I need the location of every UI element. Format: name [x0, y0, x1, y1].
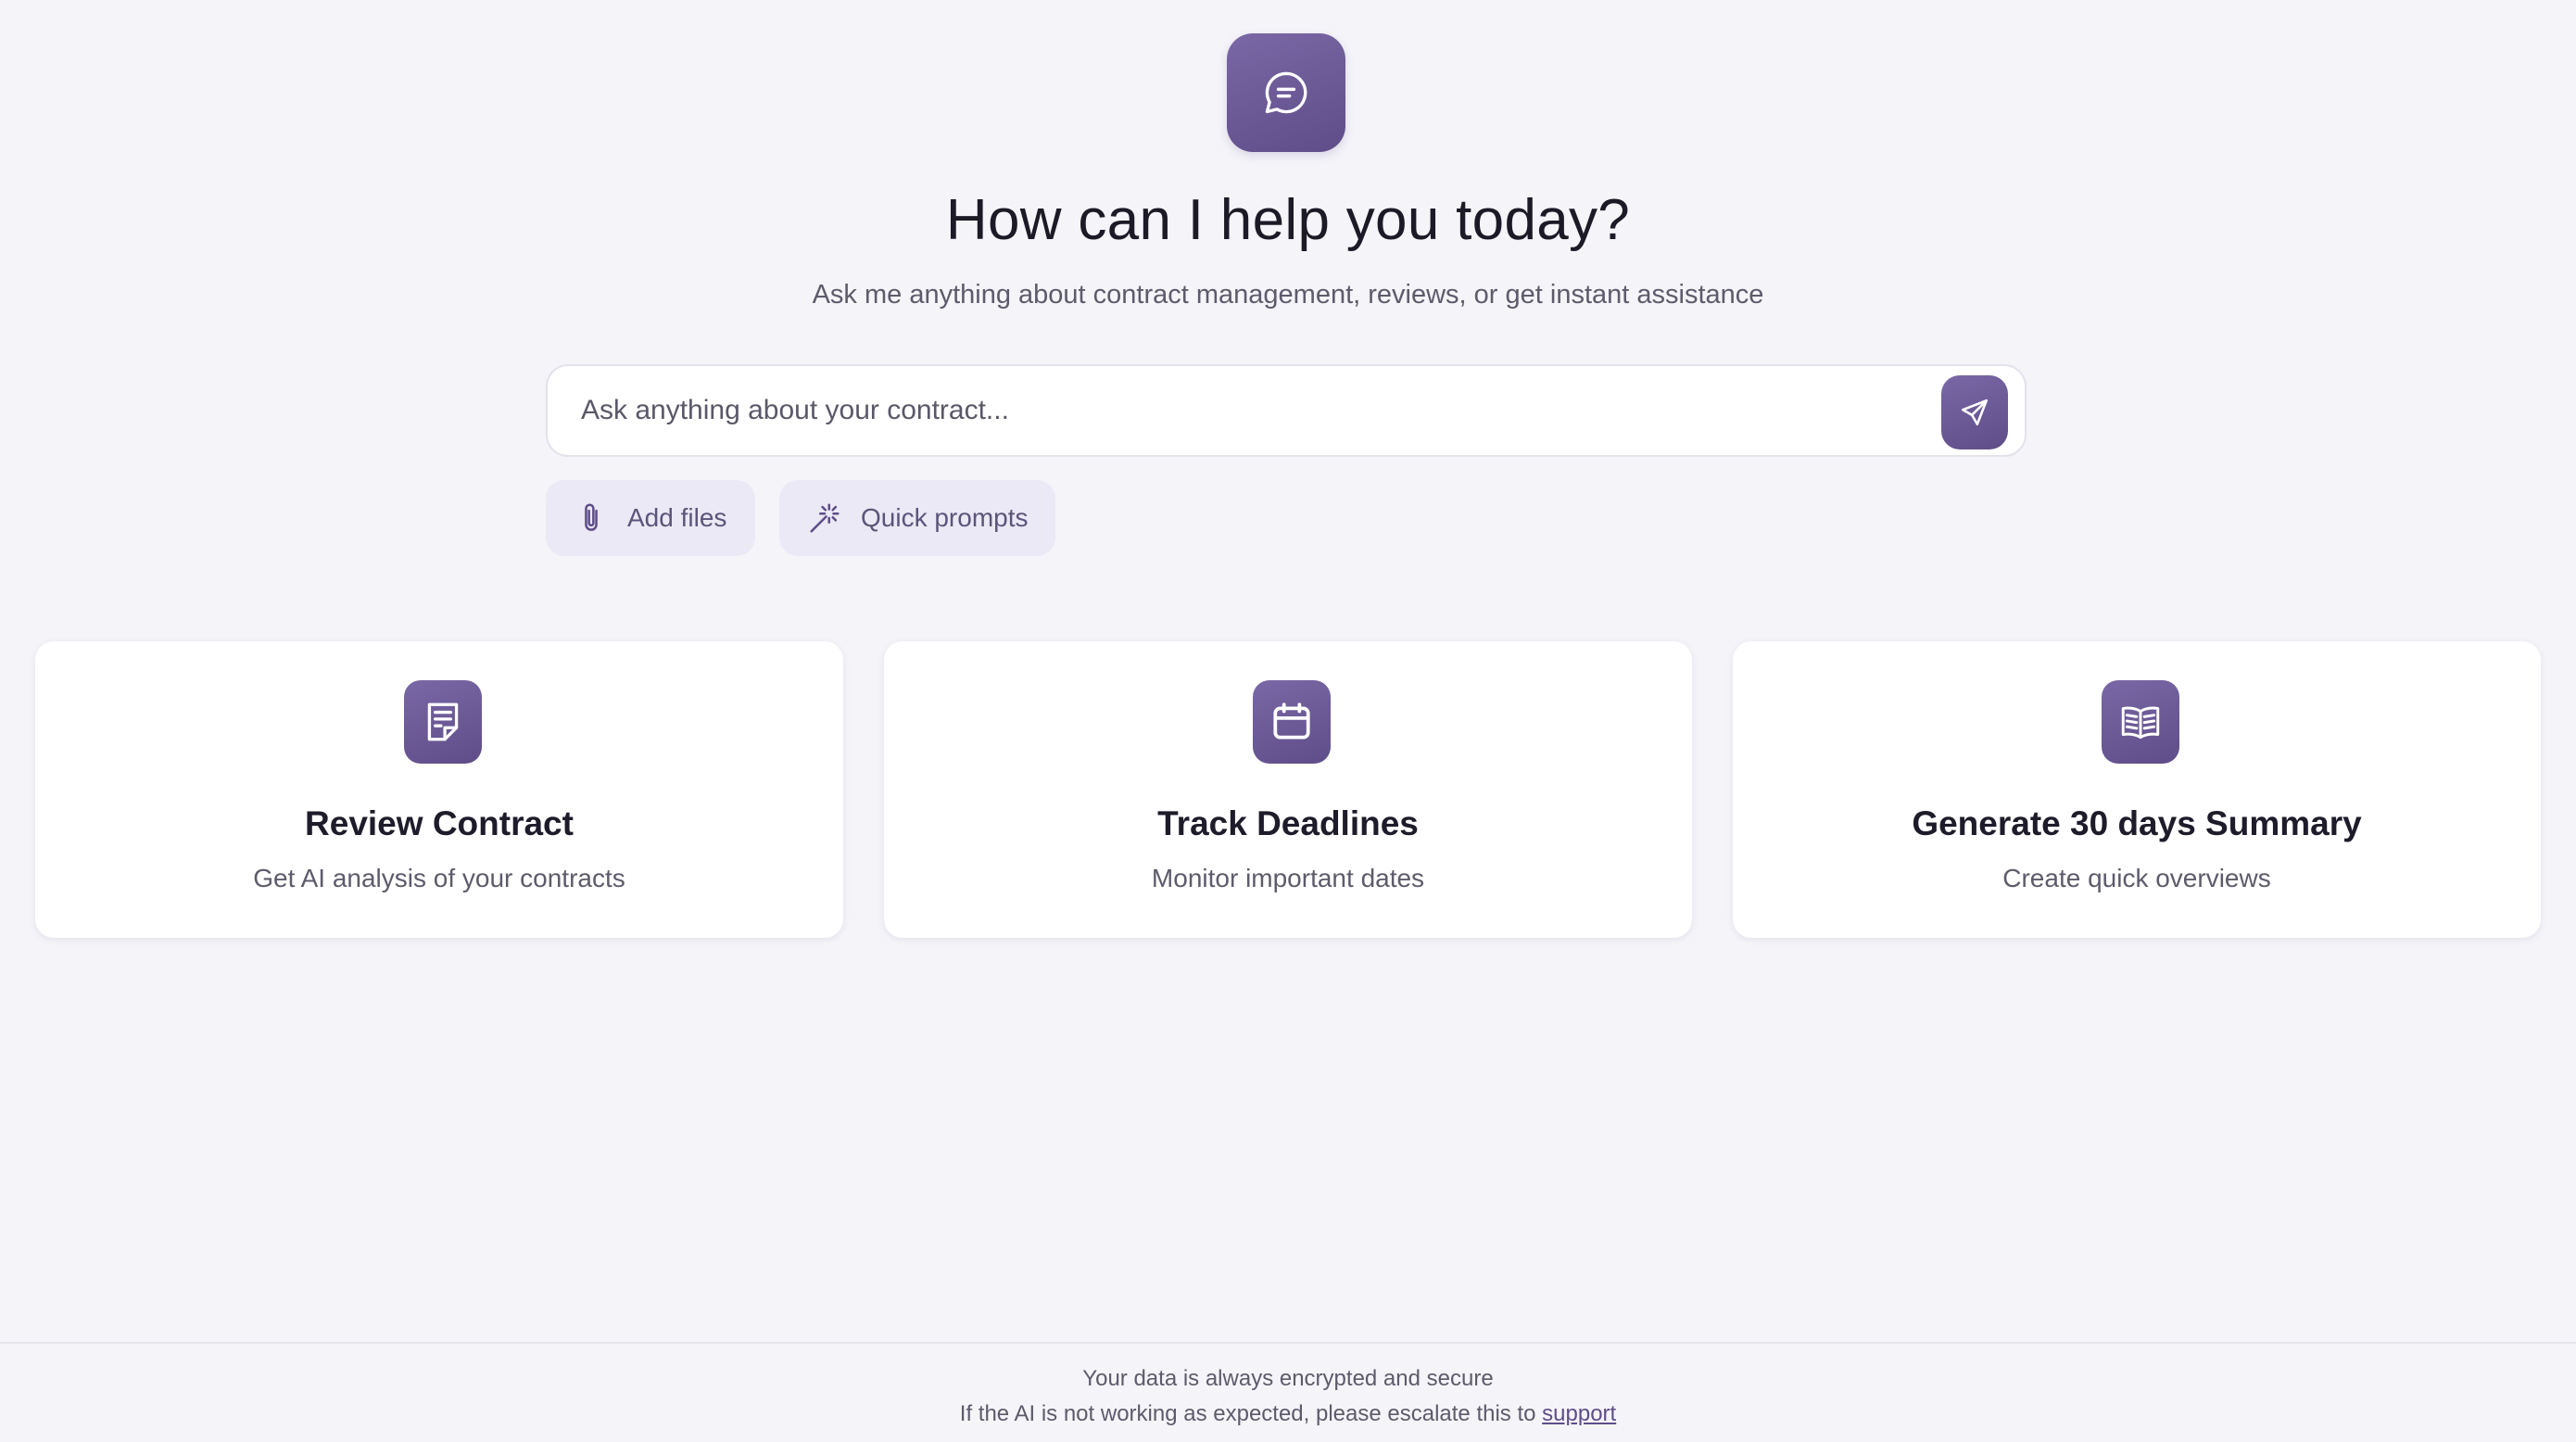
card-title: Track Deadlines	[1157, 804, 1419, 842]
card-subtitle: Monitor important dates	[1151, 864, 1425, 892]
card-title: Review Contract	[305, 804, 574, 842]
magic-wand-icon	[810, 503, 840, 533]
card-subtitle: Create quick overviews	[2002, 864, 2271, 892]
track-deadlines-icon-box	[1253, 680, 1331, 764]
action-cards: Review Contract Get AI analysis of your …	[35, 641, 2541, 938]
escalation-note: If the AI is not working as expected, pl…	[0, 1401, 2576, 1427]
book-icon	[2121, 706, 2160, 740]
page-subtitle: Ask me anything about contract managemen…	[812, 280, 1764, 310]
card-subtitle: Get AI analysis of your contracts	[253, 864, 625, 892]
generate-summary-card[interactable]: Generate 30 days Summary Create quick ov…	[1733, 641, 2541, 938]
assistant-logo	[1227, 33, 1345, 152]
send-icon	[1961, 398, 1989, 426]
review-contract-icon-box	[404, 680, 482, 764]
document-icon	[427, 702, 459, 741]
chat-input-container	[546, 364, 2027, 457]
card-title: Generate 30 days Summary	[1912, 804, 2362, 842]
chat-input[interactable]	[581, 383, 1841, 438]
quick-prompts-label: Quick prompts	[861, 503, 1029, 532]
track-deadlines-card[interactable]: Track Deadlines Monitor important dates	[884, 641, 1692, 938]
page-title: How can I help you today?	[945, 188, 1631, 252]
escalation-text: If the AI is not working as expected, pl…	[959, 1401, 1536, 1426]
generate-summary-icon-box	[2102, 680, 2179, 764]
calendar-icon	[1273, 702, 1310, 740]
input-actions: Add files Quick prompts	[546, 480, 1055, 556]
review-contract-card[interactable]: Review Contract Get AI analysis of your …	[35, 641, 843, 938]
chat-bubble-icon	[1265, 71, 1307, 114]
support-link[interactable]: support	[1542, 1401, 1616, 1426]
security-note: Your data is always encrypted and secure	[1082, 1366, 1494, 1391]
footer: Your data is always encrypted and secure…	[0, 1342, 2576, 1442]
paperclip-icon	[585, 503, 598, 531]
add-files-label: Add files	[627, 503, 727, 532]
send-button[interactable]	[1941, 375, 2008, 449]
quick-prompts-button[interactable]: Quick prompts	[779, 480, 1055, 556]
page: How can I help you today? Ask me anythin…	[0, 0, 2576, 1442]
add-files-button[interactable]: Add files	[546, 480, 755, 556]
